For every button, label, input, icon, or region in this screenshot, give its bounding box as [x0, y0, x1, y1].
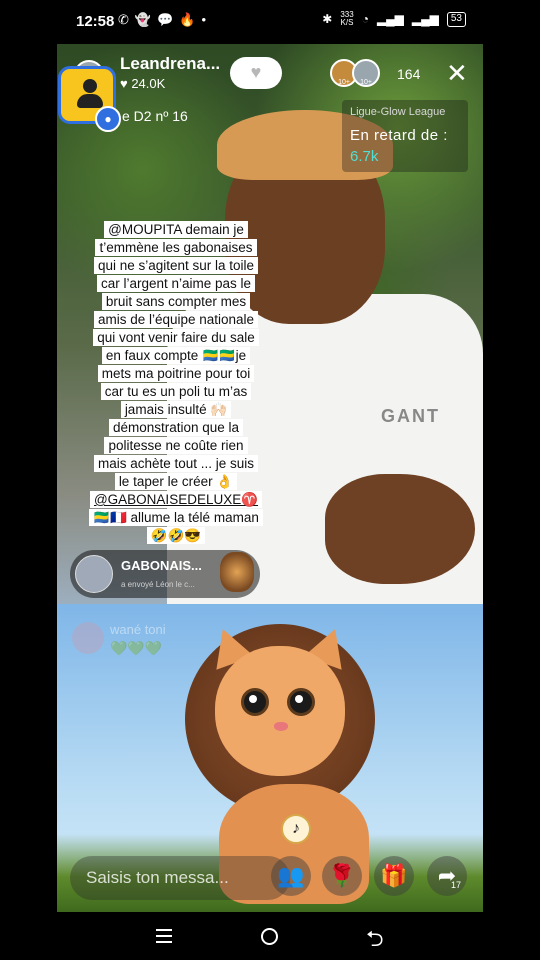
host-hand — [325, 474, 475, 584]
comment-line: car tu es un poli tu m’as — [100, 383, 252, 400]
comment-line: t’emmène les gabonaises — [95, 239, 257, 256]
comment-line: 🇬🇦🇫🇷 allume la télé maman — [89, 509, 263, 526]
comment-input[interactable]: Saisis ton messa... — [70, 856, 290, 900]
comment-line: jamais insulté 🙌🏻 — [120, 401, 232, 418]
clock: 12:58 — [76, 13, 115, 30]
cat-eye-right — [287, 688, 315, 716]
signal-icon-2: ▂▄▆ — [411, 12, 439, 26]
share-count: 17 — [451, 880, 462, 890]
sender-name: GABONAIS... — [121, 558, 202, 573]
back-icon[interactable]: ⮌ — [366, 922, 384, 960]
comment-line: mais achète tout ... je suis — [93, 455, 259, 472]
viewer-name: wané toni — [110, 622, 166, 637]
league-label: En retard de : — [350, 127, 448, 144]
snapchat-icon: 👻 — [134, 12, 152, 27]
system-icons: ✱ 333 K/S ◔ ▂▄▆ ▂▄▆ 53 — [322, 11, 466, 27]
host-name[interactable]: Leandrena... — [120, 54, 220, 74]
league-value: 6.7k — [350, 148, 379, 165]
comment-line: amis de l’équipe nationale — [93, 311, 259, 328]
host-rank-tag[interactable]: e D2 nº 16 — [122, 108, 188, 124]
signal-icon: ▂▄▆ — [376, 12, 404, 26]
whatsapp-icon: ✆ — [118, 12, 129, 27]
shirt-brand: GANT — [381, 406, 440, 426]
comment-line: en faux compte 🇬🇦🇬🇦je — [101, 347, 251, 364]
close-icon[interactable]: ✕ — [446, 60, 468, 86]
league-card[interactable]: Ligue-Glow League En retard de : 6.7k — [342, 100, 468, 172]
comment-line: bruit sans compter mes — [101, 293, 251, 310]
top-viewers[interactable]: 10+ 10+ — [330, 59, 380, 87]
battery-indicator: 53 — [446, 11, 466, 27]
comment-line: @MOUPITA demain je — [104, 221, 248, 238]
status-bar: 12:58 ✆ 👻 💬 🔥 • ✱ 333 K/S ◔ ▂▄▆ ▂▄▆ 53 — [0, 0, 540, 42]
navigation-bar: ⮌ — [0, 912, 540, 960]
people-icon[interactable]: 👥 — [271, 856, 311, 896]
screen: 12:58 ✆ 👻 💬 🔥 • ✱ 333 K/S ◔ ▂▄▆ ▂▄▆ 53 GA… — [0, 0, 540, 960]
comment-line: démonstration que la — [108, 419, 244, 436]
hearts-text: 💚💚💚 — [110, 640, 163, 656]
bluetooth-icon: ✱ — [322, 12, 333, 26]
dot-icon: • — [201, 12, 207, 27]
chat-icon: 💬 — [157, 12, 174, 27]
follow-button[interactable]: ♥ — [230, 57, 282, 89]
heart-icon: ♥ — [250, 62, 262, 82]
network-speed: 333 K/S — [340, 10, 354, 27]
share-icon[interactable]: ➦ — [427, 856, 467, 896]
pinned-comment: @MOUPITA demain je t’emmène les gabonais… — [80, 221, 272, 545]
comment-line: qui ne s’agitent sur la toile — [93, 257, 259, 274]
viewer-avatar[interactable]: 10+ — [352, 59, 380, 87]
wifi-icon: ◔ — [361, 12, 369, 26]
cat-nose — [274, 722, 288, 731]
gift-icon[interactable]: 🎁 — [374, 856, 414, 896]
cat-face — [215, 646, 345, 776]
rose-icon[interactable]: 🌹 — [322, 856, 362, 896]
comment-line: mets ma poitrine pour toi — [97, 365, 255, 382]
comment-line: 🤣🤣😎 — [146, 527, 206, 544]
flame-icon: 🔥 — [179, 12, 196, 27]
notification-icons: ✆ 👻 💬 🔥 • — [118, 12, 206, 28]
host-likes: ♥ 24.0K — [120, 76, 166, 91]
comment-line: qui vont venir faire du sale — [93, 329, 259, 346]
lion-gift-icon — [220, 552, 254, 592]
comment-line: le taper le créer 👌 — [114, 473, 238, 490]
gift-text: a envoyé Léon le c... — [121, 580, 195, 589]
viewer-count[interactable]: 164 — [397, 66, 420, 82]
comment-line: politesse ne coûte rien — [104, 437, 248, 454]
cat-eye-left — [241, 688, 269, 716]
tiktok-icon: ♪ — [281, 814, 311, 844]
comment-line[interactable]: @GABONAISEDELUXE♈ — [89, 491, 263, 508]
faded-notification: wané toni 💚💚💚 — [70, 620, 230, 660]
home-icon[interactable] — [261, 928, 278, 945]
sender-avatar[interactable] — [75, 555, 113, 593]
viewer-avatar — [72, 622, 104, 654]
comment-line: car l’argent n’aime pas le — [96, 275, 256, 292]
message-icon[interactable]: ● — [95, 106, 121, 132]
league-title: Ligue-Glow League — [350, 106, 446, 118]
recent-apps-icon[interactable] — [156, 929, 172, 947]
